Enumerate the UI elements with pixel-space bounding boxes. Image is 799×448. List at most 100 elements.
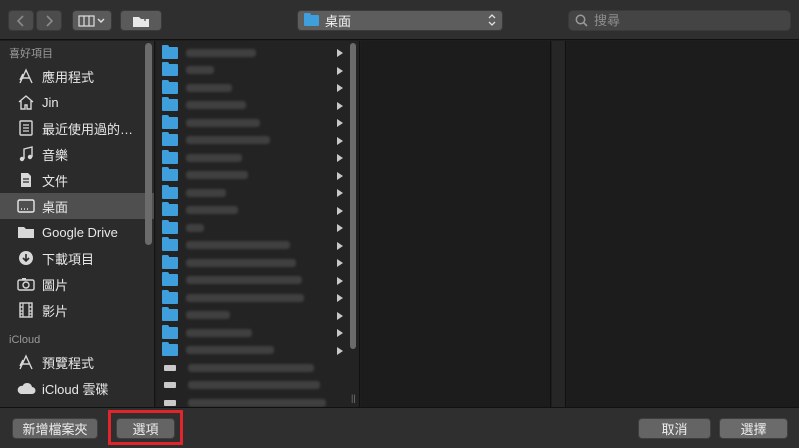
column-resize-handle[interactable]: || — [351, 393, 356, 403]
folder-icon — [162, 114, 178, 129]
disclosure-arrow-icon — [337, 119, 343, 127]
sidebar-item-documents[interactable]: 文件 — [0, 167, 154, 193]
sidebar-item-google-drive[interactable]: Google Drive — [0, 219, 154, 245]
folder-icon — [162, 307, 178, 322]
sidebar-item-preview[interactable]: 預覽程式 — [0, 349, 154, 375]
sidebar-item-pictures[interactable]: 圖片 — [0, 271, 154, 297]
sidebar-item-music[interactable]: 音樂 — [0, 141, 154, 167]
new-folder-toolbar-button[interactable] — [120, 10, 162, 31]
disclosure-arrow-icon — [337, 171, 343, 180]
view-mode-button[interactable] — [72, 10, 112, 31]
cancel-button[interactable]: 取消 — [638, 418, 711, 439]
list-item[interactable] — [156, 237, 359, 255]
list-item[interactable] — [156, 44, 359, 62]
list-item[interactable] — [156, 289, 359, 307]
downloads-icon — [16, 249, 36, 267]
file-icon — [164, 399, 176, 406]
file-icon — [164, 364, 176, 371]
search-input[interactable] — [594, 13, 784, 28]
preview-icon — [16, 353, 36, 371]
sidebar-item-label: 桌面 — [42, 199, 69, 215]
list-item[interactable] — [156, 342, 359, 360]
sidebar-item-label: 最近使用過的… — [42, 121, 134, 137]
list-item[interactable] — [156, 114, 359, 132]
folder-icon — [162, 342, 178, 357]
list-item[interactable] — [156, 377, 359, 395]
folder-icon — [162, 272, 178, 287]
folder-icon — [162, 254, 178, 269]
list-item[interactable] — [156, 132, 359, 150]
folder-icon — [162, 149, 178, 164]
disclosure-arrow-icon — [337, 66, 343, 75]
updown-arrows-icon — [488, 14, 496, 26]
column-scrollbar[interactable] — [350, 43, 356, 349]
folder-icon — [16, 223, 36, 241]
forward-button[interactable] — [36, 10, 62, 31]
disclosure-arrow-icon — [337, 224, 343, 232]
sidebar-scrollbar[interactable] — [145, 43, 152, 245]
documents-icon — [16, 171, 36, 189]
disclosure-arrow-icon — [337, 276, 343, 285]
recents-icon — [16, 119, 36, 137]
cloud-icon — [16, 379, 36, 397]
disclosure-arrow-icon — [337, 329, 343, 337]
list-item[interactable] — [156, 307, 359, 325]
column-divider[interactable] — [552, 41, 566, 407]
applications-icon — [16, 67, 36, 85]
list-item[interactable] — [156, 79, 359, 97]
sidebar-item-label: 圖片 — [42, 277, 69, 293]
sidebar-item-recents[interactable]: 最近使用過的… — [0, 115, 154, 141]
sidebar-item-downloads[interactable]: 下載項目 — [0, 245, 154, 271]
sidebar-item-desktop[interactable]: 桌面 — [0, 193, 154, 219]
disclosure-arrow-icon — [337, 49, 343, 57]
folder-icon — [162, 202, 178, 217]
disclosure-arrow-icon — [337, 189, 343, 197]
list-item[interactable] — [156, 272, 359, 290]
list-item[interactable] — [156, 202, 359, 220]
list-item[interactable] — [156, 394, 359, 407]
list-item[interactable] — [156, 254, 359, 272]
desktop-icon — [16, 197, 36, 215]
movies-icon — [16, 301, 36, 319]
folder-icon — [162, 44, 178, 59]
list-item[interactable] — [156, 149, 359, 167]
disclosure-arrow-icon — [337, 346, 343, 355]
folder-icon — [162, 79, 178, 94]
disclosure-arrow-icon — [337, 206, 343, 215]
sidebar-item-home[interactable]: Jin — [0, 89, 154, 115]
file-column-1: || — [156, 41, 360, 407]
file-icon — [164, 382, 176, 389]
icloud-section-title: iCloud — [9, 334, 41, 346]
home-icon — [16, 93, 36, 111]
sidebar-item-label: 文件 — [42, 173, 69, 189]
sidebar: 喜好項目 應用程式 Jin 最近使用過的… 音樂 文件 桌面 Google Dr… — [0, 41, 155, 407]
list-item[interactable] — [156, 219, 359, 237]
folder-icon — [162, 167, 178, 182]
location-popup[interactable]: 桌面 — [297, 10, 503, 31]
nav-buttons — [8, 10, 62, 31]
folder-icon — [162, 97, 178, 112]
folder-icon — [162, 132, 178, 147]
folder-icon — [162, 324, 178, 339]
sidebar-item-label: 預覽程式 — [42, 355, 95, 371]
sidebar-item-icloud-drive[interactable]: iCloud 雲碟 — [0, 375, 154, 401]
list-item[interactable] — [156, 167, 359, 185]
sidebar-item-movies[interactable]: 影片 — [0, 297, 154, 323]
new-folder-button[interactable]: 新增檔案夾 — [12, 418, 98, 439]
folder-icon — [162, 289, 178, 304]
file-column-2 — [361, 41, 551, 407]
disclosure-arrow-icon — [337, 136, 343, 145]
back-button[interactable] — [8, 10, 34, 31]
sidebar-item-label: 下載項目 — [42, 251, 95, 267]
sidebar-item-label: 應用程式 — [42, 69, 95, 85]
list-item[interactable] — [156, 97, 359, 115]
list-item[interactable] — [156, 62, 359, 80]
list-item[interactable] — [156, 184, 359, 202]
disclosure-arrow-icon — [337, 154, 343, 162]
list-item[interactable] — [156, 359, 359, 377]
sidebar-item-applications[interactable]: 應用程式 — [0, 63, 154, 89]
choose-button[interactable]: 選擇 — [719, 418, 788, 439]
search-field[interactable] — [568, 10, 791, 31]
disclosure-arrow-icon — [337, 241, 343, 250]
list-item[interactable] — [156, 324, 359, 342]
